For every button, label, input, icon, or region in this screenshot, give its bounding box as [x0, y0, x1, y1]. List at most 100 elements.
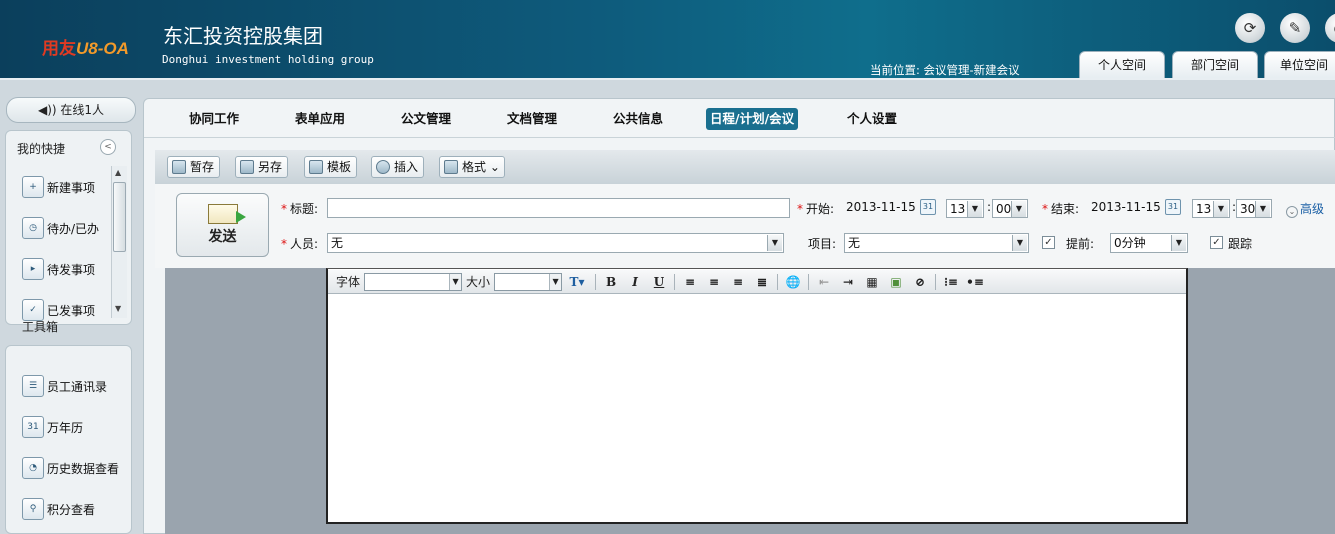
paperclip-icon: [376, 160, 390, 174]
start-hour-select[interactable]: 13 ▼: [946, 199, 984, 218]
quick-item-todo[interactable]: ◷ 待办/已办: [22, 217, 99, 239]
tool-calendar[interactable]: 31 万年历: [22, 416, 83, 438]
tab-unit-space[interactable]: 单位空间: [1264, 51, 1335, 79]
address-book-icon: ☰: [22, 375, 44, 397]
toolbox-title: 工具箱: [22, 320, 59, 334]
tab-department-space[interactable]: 部门空间: [1172, 51, 1258, 79]
ordered-list-icon[interactable]: ⁝≡: [941, 273, 961, 291]
tool-directory[interactable]: ☰ 员工通讯录: [22, 375, 107, 397]
size-label: 大小: [466, 275, 491, 289]
clock-doc-icon: ◷: [22, 217, 44, 239]
format-icon: [444, 160, 458, 174]
start-label: * 开始:: [797, 202, 835, 216]
toolbar-separator: [777, 273, 779, 290]
collapse-left-icon[interactable]: <: [100, 139, 116, 155]
chevron-down-icon: ⌄: [1286, 206, 1298, 218]
advanced-toggle[interactable]: ⌄ 高级: [1286, 200, 1324, 218]
end-date-field[interactable]: 2013-11-15: [1091, 200, 1161, 214]
time-separator: :: [987, 200, 992, 214]
nav-personal-settings[interactable]: 个人设置: [843, 108, 901, 130]
template-icon: [309, 160, 323, 174]
nav-documents-official[interactable]: 公文管理: [397, 108, 455, 130]
font-color-icon[interactable]: T▾: [564, 273, 590, 291]
insert-table-icon[interactable]: ▦: [862, 273, 882, 291]
quick-item-pending-send[interactable]: ▸ 待发事项: [22, 258, 95, 280]
pending-send-icon: ▸: [22, 258, 44, 280]
insert-button[interactable]: 插入: [371, 156, 425, 178]
scroll-down-icon[interactable]: ▼: [115, 304, 121, 313]
bold-button[interactable]: B: [601, 273, 621, 291]
toolbar-separator: [808, 273, 810, 290]
start-date-field[interactable]: 2013-11-15: [846, 200, 916, 214]
scroll-thumb[interactable]: [113, 182, 126, 252]
start-calendar-icon[interactable]: 31: [920, 199, 936, 215]
project-select[interactable]: 无 ▼: [844, 233, 1029, 253]
end-minute-select[interactable]: 30 ▼: [1236, 199, 1272, 218]
envelope-icon: [207, 204, 246, 224]
title-input[interactable]: [327, 198, 790, 218]
refresh-icon[interactable]: ⟳: [1235, 13, 1265, 43]
italic-button[interactable]: I: [625, 273, 645, 291]
insert-flash-icon[interactable]: ⊘: [910, 273, 930, 291]
title-label: * 标题:: [281, 202, 319, 216]
save-as-icon: [240, 160, 254, 174]
content-editor[interactable]: [326, 268, 1188, 524]
track-label: 跟踪: [1228, 237, 1253, 251]
nav-forms[interactable]: 表单应用: [291, 108, 349, 130]
template-button[interactable]: 模板: [304, 156, 358, 178]
send-button[interactable]: 发送: [176, 193, 269, 257]
remind-select[interactable]: 0分钟 ▼: [1110, 233, 1188, 253]
bullet-list-icon[interactable]: •≡: [965, 273, 985, 291]
points-search-icon: ⚲: [22, 498, 44, 520]
align-justify-icon[interactable]: ≣: [752, 273, 772, 291]
nav-collaboration[interactable]: 协同工作: [185, 108, 243, 130]
dropdown-arrow-icon: ▼: [767, 235, 782, 251]
nav-documents[interactable]: 文档管理: [503, 108, 561, 130]
tool-history[interactable]: ◔ 历史数据查看: [22, 457, 119, 479]
tab-personal-space[interactable]: 个人空间: [1079, 51, 1165, 79]
quick-panel-title: 我的快捷: [17, 142, 66, 156]
outdent-icon[interactable]: ⇤: [814, 273, 834, 291]
align-left-icon[interactable]: ≡: [680, 273, 700, 291]
dropdown-arrow-icon: ▼: [1011, 201, 1026, 217]
insert-link-icon[interactable]: 🌐: [783, 273, 803, 291]
calendar-icon: 31: [22, 416, 44, 438]
track-checkbox[interactable]: ✓: [1210, 236, 1223, 249]
editor-toolbar: 字体 ▼ 大小 ▼ T▾ B I U ≡ ≡ ≡ ≣ 🌐 ⇤ ⇥ ▦ ▣ ⊘ ⁝…: [328, 270, 1186, 294]
remind-checkbox[interactable]: ✓: [1042, 236, 1055, 249]
underline-button[interactable]: U: [649, 273, 669, 291]
online-users-button[interactable]: ◀)) 在线1人: [6, 97, 136, 123]
chevron-down-icon: ⌄: [486, 160, 500, 174]
breadcrumb: 当前位置: 会议管理-新建会议: [870, 63, 1020, 77]
end-hour-select[interactable]: 13 ▼: [1192, 199, 1230, 218]
align-right-icon[interactable]: ≡: [728, 273, 748, 291]
align-center-icon[interactable]: ≡: [704, 273, 724, 291]
format-button[interactable]: 格式 ⌄: [439, 156, 505, 178]
indent-icon[interactable]: ⇥: [838, 273, 858, 291]
save-draft-button[interactable]: 暂存: [167, 156, 221, 178]
scroll-up-icon[interactable]: ▲: [115, 168, 121, 177]
quick-item-new[interactable]: + 新建事项: [22, 176, 95, 198]
history-data-icon: ◔: [22, 457, 44, 479]
start-minute-select[interactable]: 00 ▼: [992, 199, 1028, 218]
nav-public-info[interactable]: 公共信息: [609, 108, 667, 130]
font-family-select[interactable]: ▼: [364, 272, 463, 291]
toolbar-separator: [935, 273, 937, 290]
save-icon: [172, 160, 186, 174]
font-size-select[interactable]: ▼: [494, 272, 563, 291]
remind-label: 提前:: [1066, 237, 1095, 251]
dropdown-arrow-icon: ▼: [449, 273, 462, 290]
end-calendar-icon[interactable]: 31: [1165, 199, 1181, 215]
dropdown-arrow-icon: ▼: [549, 273, 562, 290]
insert-image-icon[interactable]: ▣: [886, 273, 906, 291]
company-name: 东汇投资控股集团: [163, 24, 323, 48]
user-icon[interactable]: ◐: [1325, 13, 1335, 43]
nav-schedule-meeting[interactable]: 日程/计划/会议: [706, 108, 799, 130]
people-select[interactable]: 无 ▼: [327, 233, 784, 253]
tool-points[interactable]: ⚲ 积分查看: [22, 498, 95, 520]
save-as-button[interactable]: 另存: [235, 156, 289, 178]
quick-panel-scrollbar[interactable]: ▲ ▼: [111, 166, 127, 318]
module-nav: 协同工作 表单应用 公文管理 文档管理 公共信息 日程/计划/会议 个人设置: [144, 100, 1335, 138]
tools-icon[interactable]: ✎: [1280, 13, 1310, 43]
font-label: 字体: [336, 275, 361, 289]
